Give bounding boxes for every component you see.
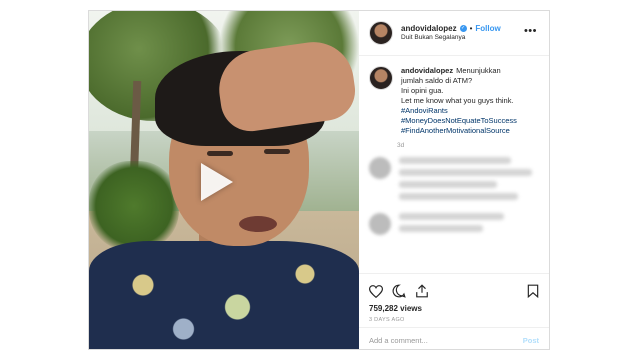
play-icon[interactable] [201, 163, 233, 201]
comment-icon[interactable] [392, 284, 406, 298]
hashtag-link[interactable]: #AndoviRants [401, 106, 517, 116]
hashtag-link[interactable]: #FindAnotherMotivationalSource [401, 126, 517, 136]
post-header: andovidalopez ✓ • Follow Duit Bukan Sega… [359, 11, 549, 56]
avatar [369, 213, 391, 235]
caption-age: 3d [397, 142, 405, 149]
location-link[interactable]: Duit Bukan Segalanya [401, 34, 501, 42]
caption-line: Menunjukkan [456, 66, 501, 75]
heart-icon[interactable] [369, 284, 383, 298]
verified-icon: ✓ [459, 25, 467, 33]
blurred-comment [359, 157, 549, 205]
separator-dot: • [469, 23, 473, 33]
post-button[interactable]: Post [523, 336, 539, 345]
post-caption: andovidalopez Menunjukkan jumlah saldo di… [359, 56, 549, 136]
caption-avatar[interactable] [369, 66, 393, 90]
caption-line: jumlah saldo di ATM? [401, 76, 473, 85]
blurred-comment [359, 213, 549, 237]
instagram-post: andovidalopez ✓ • Follow Duit Bukan Sega… [88, 10, 550, 350]
bookmark-icon[interactable] [527, 284, 539, 298]
more-options-icon[interactable]: ••• [524, 25, 537, 37]
caption-line: Ini opini gua. [401, 86, 444, 95]
view-count: 759,282 views [369, 304, 422, 313]
post-sidebar: andovidalopez ✓ • Follow Duit Bukan Sega… [359, 11, 549, 349]
avatar[interactable] [369, 21, 393, 45]
video-player[interactable] [89, 11, 359, 349]
comment-bar: Add a comment... Post [359, 327, 549, 352]
post-actions: 759,282 views 3 DAYS AGO Add a comment..… [359, 273, 549, 352]
comment-input[interactable]: Add a comment... [369, 336, 428, 345]
caption-line: Let me know what you guys think. [401, 96, 514, 105]
follow-button[interactable]: Follow [475, 24, 500, 34]
post-date: 3 DAYS AGO [369, 317, 405, 323]
username-link[interactable]: andovidalopez [401, 24, 457, 34]
share-icon[interactable] [415, 284, 429, 298]
avatar [369, 157, 391, 179]
caption-username[interactable]: andovidalopez [401, 66, 453, 75]
hashtag-link[interactable]: #MoneyDoesNotEquateToSuccess [401, 116, 517, 126]
